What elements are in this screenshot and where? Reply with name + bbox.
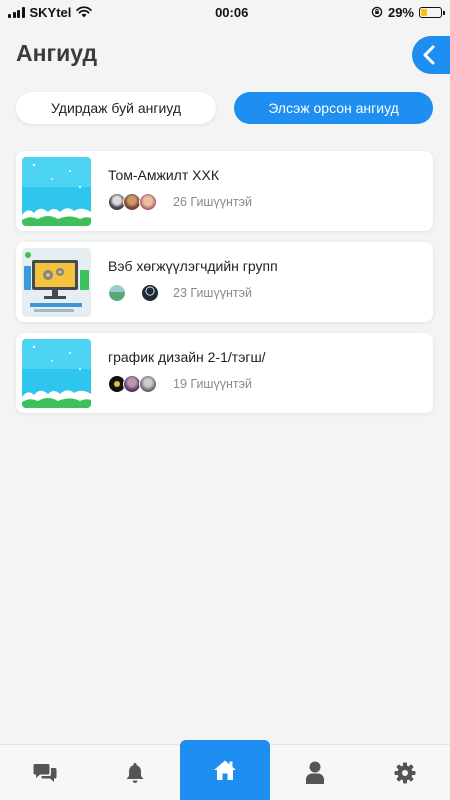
nav-profile[interactable] [270,745,360,800]
battery-icon [419,6,445,18]
status-right: 29% [371,4,445,20]
nav-notifications[interactable] [90,745,180,800]
class-name: Том-Амжилт ХХК [108,167,219,183]
tab-managing-classes[interactable]: Удирдаж буй ангиуд [16,92,216,124]
member-count: 23 Гишүүнтэй [173,286,252,300]
home-icon [214,760,236,780]
member-count: 26 Гишүүнтэй [173,195,252,209]
status-left: SKYtel [8,4,93,20]
class-card[interactable]: Вэб хөгжүүлэгчдийн групп 23 Гишүүнтэй [16,242,433,322]
member-avatars [108,193,168,211]
signal-icon [8,6,25,18]
page-title: Ангиуд [16,40,98,66]
member-avatars [108,284,168,302]
nav-chats[interactable] [0,745,90,800]
status-time: 00:06 [215,4,249,20]
battery-percent: 29% [387,4,414,20]
carrier-name: SKYtel [29,4,72,20]
avatar [139,375,157,393]
class-name: Вэб хөгжүүлэгчдийн групп [108,258,278,274]
avatar [108,284,126,302]
nav-settings[interactable] [360,745,450,800]
class-thumbnail [22,248,91,317]
class-thumbnail [22,339,91,408]
avatar [139,193,157,211]
tab-joined-classes[interactable]: Элсэж орсон ангиуд [234,92,433,124]
wifi-icon [76,6,93,18]
chat-icon [33,764,57,782]
avatar [141,284,159,302]
class-thumbnail [22,157,91,226]
orientation-lock-icon [371,6,383,18]
nav-home[interactable] [180,740,270,800]
member-avatars [108,375,168,393]
back-button[interactable] [412,36,450,74]
class-card[interactable]: график дизайн 2-1/тэгш/ 19 Гишүүнтэй [16,333,433,413]
class-card[interactable]: Том-Амжилт ХХК 26 Гишүүнтэй [16,151,433,231]
gear-icon [394,762,416,784]
bell-icon [126,763,144,783]
chevron-left-icon [423,45,435,65]
status-bar: SKYtel 00:06 29% [0,0,450,24]
class-name: график дизайн 2-1/тэгш/ [108,349,266,365]
user-icon [306,761,324,784]
member-count: 19 Гишүүнтэй [173,377,252,391]
